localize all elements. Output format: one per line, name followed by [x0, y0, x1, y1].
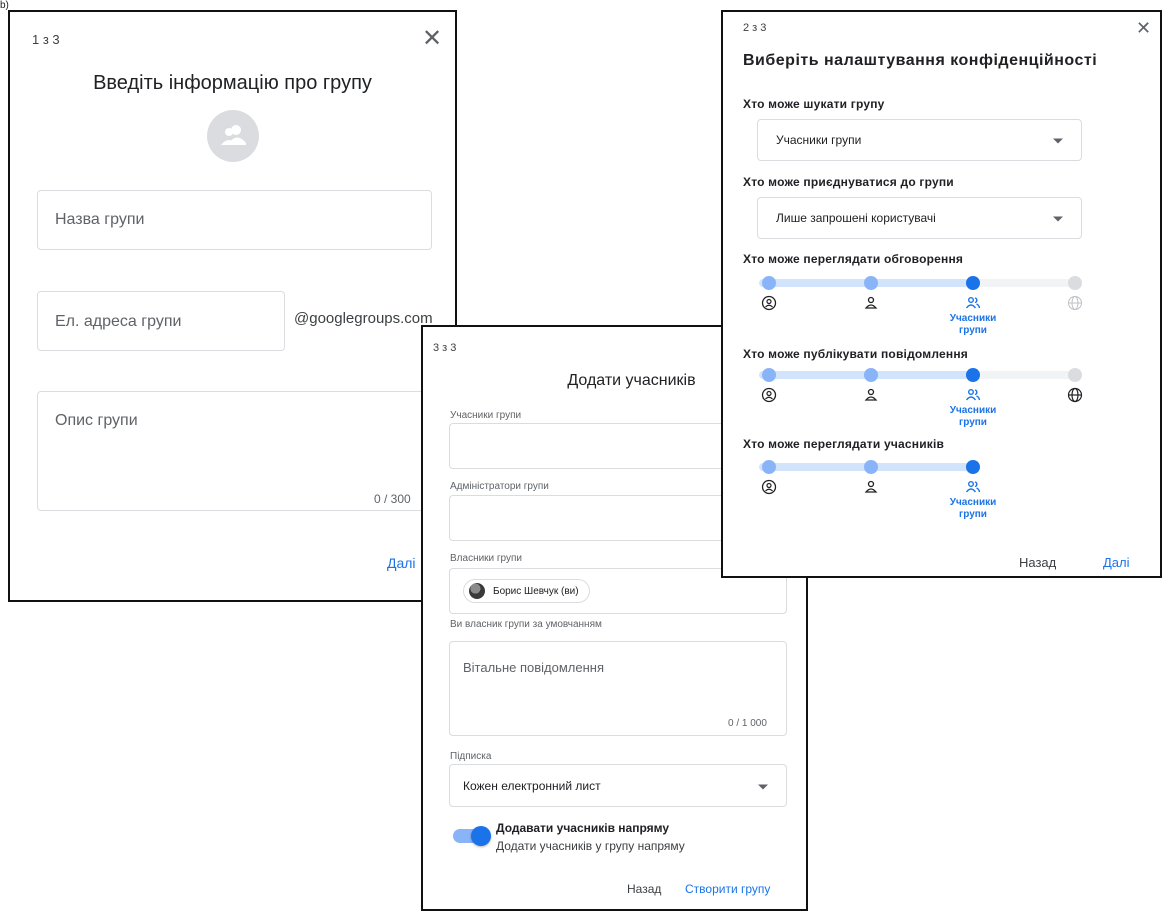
welcome-message-field[interactable]: Вітальне повідомлення 0 / 1 000 [449, 641, 787, 736]
slider-track-inactive [969, 371, 1079, 379]
manager-icon [864, 388, 878, 401]
next-button[interactable]: Далі [1103, 555, 1130, 570]
create-group-button[interactable]: Створити групу [685, 882, 770, 896]
post-slider[interactable]: Учасники групи [759, 367, 1083, 447]
chevron-down-icon [758, 784, 768, 789]
search-section-label: Хто може шукати групу [743, 97, 885, 111]
globe-icon [1068, 296, 1082, 310]
close-icon[interactable]: ✕ [422, 27, 442, 51]
toggle-knob [471, 826, 491, 846]
view-conversations-label: Хто може переглядати обговорення [743, 252, 964, 266]
group-members-icon [965, 389, 981, 401]
selected-level-label: Учасники групи [949, 497, 997, 520]
group-name-placeholder: Назва групи [55, 211, 145, 228]
group-members-icon [965, 481, 981, 493]
subscription-label: Підписка [450, 751, 492, 762]
group-email-field[interactable]: Ел. адреса групи [37, 291, 285, 351]
toggle-subtitle: Додати учасників у групу напряму [496, 839, 685, 853]
back-button[interactable]: Назад [1019, 555, 1056, 570]
post-label: Хто може публікувати повідомлення [743, 347, 968, 361]
owner-icon [761, 387, 777, 403]
group-icon [221, 125, 246, 145]
toggle-title: Додавати учасників напряму [496, 821, 670, 835]
view-members-slider[interactable]: Учасники групи [759, 459, 996, 539]
view-members-label: Хто може переглядати учасників [743, 437, 945, 451]
step-indicator: 2 з 3 [743, 22, 767, 34]
owner-icon [761, 479, 777, 495]
group-email-placeholder: Ел. адреса групи [55, 313, 182, 330]
slider-track-inactive [969, 279, 1079, 287]
slider-stop-1[interactable] [762, 368, 776, 382]
slider-stop-4[interactable] [1068, 368, 1082, 382]
manager-icon [864, 296, 878, 309]
email-domain-suffix: @googlegroups.com [294, 310, 433, 327]
group-description-placeholder: Опис групи [55, 412, 138, 429]
slider-stop-2[interactable] [864, 276, 878, 290]
members-label: Учасники групи [450, 410, 522, 421]
manager-icon [864, 480, 878, 493]
join-section-label: Хто може приєднуватися до групи [743, 175, 954, 189]
search-select-value: Учасники групи [776, 133, 862, 147]
group-info-dialog: 1 з 3 ✕ Введіть інформацію про групу Наз… [8, 10, 457, 602]
slider-stop-3[interactable] [966, 460, 980, 474]
chevron-down-icon [1053, 138, 1063, 144]
privacy-settings-dialog: 2 з 3 ✕ Виберіть налаштування конфіденці… [721, 10, 1162, 578]
join-select-value: Лише запрошені користувачі [776, 211, 936, 225]
avatar [469, 583, 485, 599]
subscription-select[interactable]: Кожен електронний лист [449, 764, 787, 807]
chevron-down-icon [1053, 216, 1063, 222]
slider-stop-3[interactable] [966, 276, 980, 290]
welcome-message-counter: 0 / 1 000 [728, 718, 767, 729]
owner-chip[interactable]: Борис Шевчук (ви) [463, 579, 590, 603]
selected-level-label: Учасники групи [949, 313, 997, 336]
globe-icon [1067, 387, 1083, 403]
owner-icon [761, 295, 777, 311]
dialog-title: Виберіть налаштування конфіденційності [743, 52, 1098, 69]
slider-stop-1[interactable] [762, 276, 776, 290]
group-description-field[interactable]: Опис групи 0 / 300 [37, 391, 432, 511]
group-avatar-placeholder[interactable] [207, 110, 259, 162]
next-button[interactable]: Далі [387, 555, 416, 571]
step-indicator: 3 з 3 [433, 342, 457, 354]
slider-stop-2[interactable] [864, 368, 878, 382]
view-conversations-slider[interactable]: Учасники групи [759, 275, 1082, 355]
slider-stop-2[interactable] [864, 460, 878, 474]
owner-note: Ви власник групи за умовчанням [450, 619, 602, 630]
search-select[interactable]: Учасники групи [757, 119, 1082, 161]
add-members-directly-toggle[interactable] [453, 826, 491, 846]
slider-stop-4[interactable] [1068, 276, 1082, 290]
subscription-value: Кожен електронний лист [463, 778, 601, 793]
owner-chip-label: Борис Шевчук (ви) [493, 585, 579, 597]
group-members-icon [965, 297, 981, 309]
admins-label: Адміністратори групи [450, 481, 549, 492]
selected-level-label: Учасники групи [949, 405, 997, 428]
close-icon[interactable]: ✕ [1136, 19, 1151, 37]
slider-stop-3[interactable] [966, 368, 980, 382]
join-select[interactable]: Лише запрошені користувачі [757, 197, 1082, 239]
owners-label: Власники групи [450, 553, 523, 564]
back-button[interactable]: Назад [627, 882, 661, 896]
group-name-field[interactable]: Назва групи [37, 190, 432, 250]
welcome-message-placeholder: Вітальне повідомлення [463, 660, 605, 675]
description-counter: 0 / 300 [374, 492, 411, 506]
dialog-title: Введіть інформацію про групу [93, 72, 372, 94]
slider-stop-1[interactable] [762, 460, 776, 474]
step-indicator: 1 з 3 [32, 32, 60, 47]
